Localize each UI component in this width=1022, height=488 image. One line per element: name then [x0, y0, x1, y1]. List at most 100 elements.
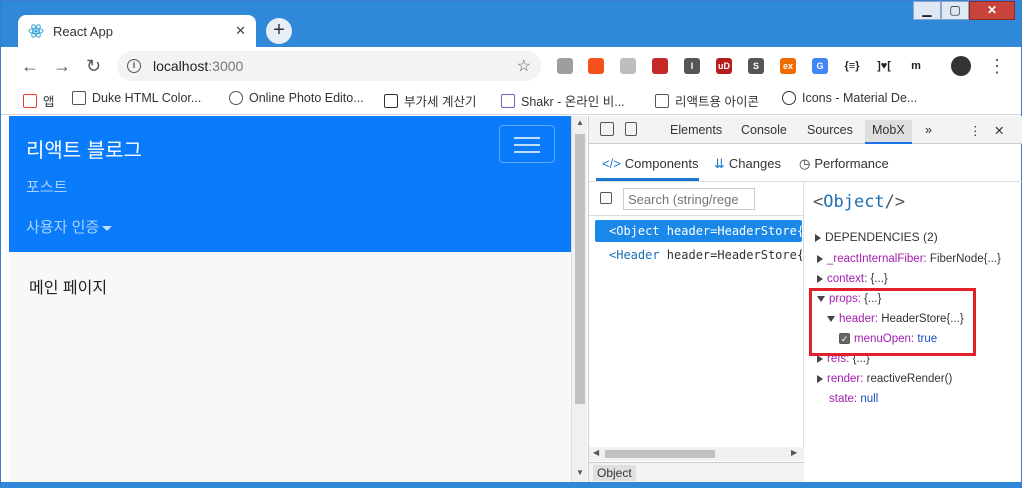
scroll-right-icon[interactable]: ▶ — [791, 448, 797, 457]
browser-tab[interactable]: React App ✕ — [18, 15, 256, 47]
ext-2-icon[interactable] — [588, 58, 604, 74]
stopwatch-icon: ◷ — [799, 156, 811, 171]
node-attrs: header=HeaderStore{ — [659, 224, 802, 238]
breadcrumb-item[interactable]: Object — [593, 465, 636, 481]
tab-components-label: Components — [624, 156, 699, 171]
expand-triangle-icon — [817, 274, 823, 283]
bookmark-item[interactable]: Duke HTML Color... — [72, 91, 201, 105]
nav-link-posts[interactable]: 포스트 — [26, 176, 67, 197]
device-toggle-icon[interactable] — [625, 122, 637, 136]
scroll-up-icon[interactable]: ▲ — [576, 118, 584, 127]
page-icon — [655, 93, 669, 108]
prop-react-internal-fiber[interactable]: _reactInternalFiber: FiberNode{...} — [817, 253, 1001, 265]
nav-dropdown-auth-label: 사용자 인증 — [26, 219, 100, 236]
inspector-title: <Object/> — [813, 192, 905, 212]
ext-7-icon[interactable]: S — [748, 58, 764, 74]
forward-arrow-icon[interactable]: → — [53, 56, 71, 77]
new-tab-button[interactable]: + — [266, 18, 292, 44]
tree-node-object[interactable]: <Object header=HeaderStore{ — [595, 220, 802, 242]
pick-component-icon[interactable] — [600, 192, 612, 204]
devtools-menu-icon[interactable]: ⋮ — [969, 123, 982, 138]
bookmark-item[interactable]: Shakr - 온라인 비... — [501, 91, 625, 110]
url-host: localhost — [153, 58, 209, 74]
more-tabs-icon[interactable]: » — [925, 123, 932, 137]
tab-console[interactable]: Console — [741, 123, 787, 137]
tab-elements[interactable]: Elements — [670, 123, 722, 137]
back-arrow-icon[interactable]: ← — [21, 56, 39, 77]
address-bar[interactable]: i localhost:3000 ☆ — [117, 51, 541, 81]
ext-3-icon[interactable] — [620, 58, 636, 74]
prop-value: null — [860, 393, 879, 405]
bookmark-label: Online Photo Edito... — [249, 91, 364, 105]
aperture-icon — [229, 91, 243, 105]
tree-search-input[interactable] — [623, 188, 755, 210]
scroll-left-icon[interactable]: ◀ — [593, 448, 599, 457]
ext-8-icon[interactable]: ex — [780, 58, 796, 74]
active-tab-indicator — [596, 178, 699, 181]
ext-10-icon[interactable]: {≡} — [844, 58, 860, 74]
tab-strip: React App ✕ + ▁ ▢ ✕ — [1, 1, 1021, 47]
prop-context[interactable]: context: {...} — [817, 273, 888, 285]
ext-5-icon[interactable]: I — [684, 58, 700, 74]
tab-sources[interactable]: Sources — [807, 123, 853, 137]
ext-11-icon[interactable]: ]♥[ — [876, 58, 892, 74]
window-close-button[interactable]: ✕ — [969, 1, 1015, 20]
prop-key: _reactInternalFiber: — [827, 253, 927, 265]
tab-title: React App — [53, 23, 113, 39]
reload-icon[interactable]: ↻ — [86, 56, 101, 77]
bookmark-item[interactable]: 앱 — [23, 91, 55, 110]
browser-window: React App ✕ + ▁ ▢ ✕ ← → ↻ i localhost:30… — [0, 0, 1022, 488]
tab-changes[interactable]: ⇊ Changes — [714, 156, 781, 172]
tree-hscrollbar[interactable]: ◀ ▶ — [589, 447, 804, 461]
bookmark-label: 리액트용 아이콘 — [675, 95, 759, 109]
breadcrumb: Object — [589, 462, 804, 482]
expand-triangle-icon — [817, 374, 823, 383]
hamburger-menu-button[interactable] — [499, 125, 555, 163]
bookmark-star-icon[interactable]: ☆ — [517, 56, 531, 76]
ext-1-icon[interactable] — [557, 58, 573, 74]
bookmarks-bar: 앱 Duke HTML Color... Online Photo Edito...… — [1, 85, 1021, 115]
bookmark-item[interactable]: Online Photo Edito... — [229, 91, 364, 105]
bookmark-label: Shakr - 온라인 비... — [521, 95, 625, 109]
devtools-close-icon[interactable]: ✕ — [994, 123, 1004, 138]
calculator-icon — [384, 93, 398, 108]
nav-dropdown-auth[interactable]: 사용자 인증 — [26, 216, 113, 237]
title-close: /> — [884, 192, 906, 212]
tree-node-header[interactable]: <Header header=HeaderStore{ — [595, 244, 802, 266]
expand-triangle-icon — [815, 233, 821, 242]
tab-performance[interactable]: ◷ Performance — [799, 156, 889, 172]
prop-key: context: — [827, 273, 868, 285]
prop-value: reactiveRender() — [866, 373, 953, 385]
bookmark-item[interactable]: 부가세 계산기 — [384, 91, 476, 110]
ext-4-icon[interactable] — [652, 58, 668, 74]
dependencies-toggle[interactable]: DEPENDENCIES (2) — [815, 230, 938, 244]
menu-kebab-icon[interactable]: ⋮ — [988, 56, 1006, 77]
tab-mobx[interactable]: MobX — [865, 120, 912, 144]
bookmark-item[interactable]: Icons - Material De... — [782, 91, 917, 105]
page-icon — [72, 91, 86, 105]
site-brand[interactable]: 리액트 블로그 — [26, 134, 142, 163]
bookmark-label: Duke HTML Color... — [92, 91, 202, 105]
tab-components[interactable]: </> Components — [602, 156, 699, 171]
scrollbar-thumb[interactable] — [575, 134, 585, 404]
minimize-button[interactable]: ▁ — [913, 1, 941, 20]
highlight-annotation-box — [809, 288, 976, 356]
profile-avatar[interactable] — [951, 56, 971, 76]
ext-6-icon[interactable]: uD — [716, 58, 732, 74]
prop-render[interactable]: render: reactiveRender() — [817, 373, 952, 385]
code-icon: </> — [602, 156, 621, 171]
inspect-element-icon[interactable] — [600, 122, 614, 136]
scroll-down-icon[interactable]: ▼ — [576, 468, 584, 477]
ext-12-icon[interactable]: m — [908, 58, 924, 74]
title-open: < — [813, 192, 824, 212]
expand-triangle-icon — [817, 354, 823, 363]
title-object: Object — [823, 192, 885, 212]
bookmark-item[interactable]: 리액트용 아이콘 — [655, 91, 759, 110]
tab-performance-label: Performance — [814, 156, 889, 171]
info-icon[interactable]: i — [127, 59, 141, 73]
hscroll-thumb[interactable] — [605, 450, 715, 458]
maximize-button[interactable]: ▢ — [941, 1, 969, 20]
page-scrollbar[interactable]: ▲ ▼ — [571, 116, 587, 482]
ext-9-icon[interactable]: G — [812, 58, 828, 74]
tab-close-icon[interactable]: ✕ — [235, 23, 246, 39]
